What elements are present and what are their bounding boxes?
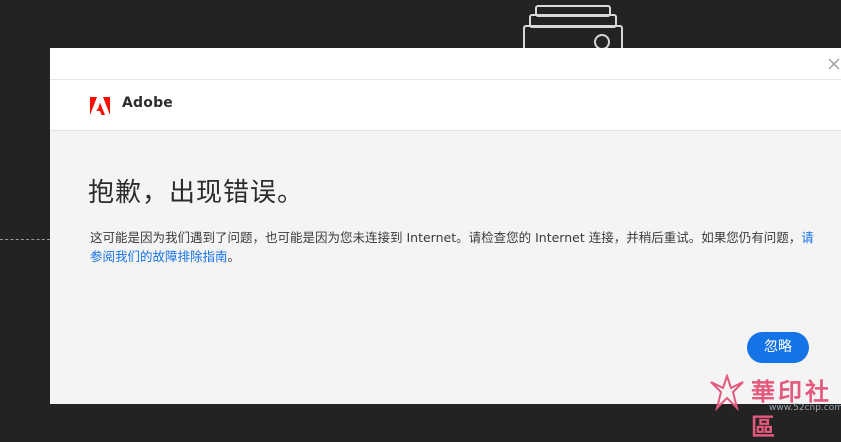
error-message-text: 这可能是因为我们遇到了问题，也可能是因为您未连接到 Internet。请检查您的…	[90, 230, 802, 245]
ignore-button[interactable]: 忽略	[747, 332, 809, 363]
watermark-logo-icon	[710, 374, 744, 412]
background-dashed-guide	[0, 239, 50, 240]
close-icon[interactable]	[826, 54, 841, 72]
error-dialog: Adobe 抱歉，出现错误。 这可能是因为我们遇到了问题，也可能是因为您未连接到…	[50, 48, 841, 404]
photo-stack-icon	[523, 5, 623, 49]
adobe-logo-icon	[90, 97, 110, 115]
brand-header: Adobe	[50, 80, 841, 131]
watermark: 華印社區 www.52cnp.com	[707, 372, 841, 441]
watermark-url: www.52cnp.com	[769, 403, 841, 413]
brand-name: Adobe	[122, 95, 173, 111]
error-message: 这可能是因为我们遇到了问题，也可能是因为您未连接到 Internet。请检查您的…	[90, 228, 814, 266]
error-heading: 抱歉，出现错误。	[88, 178, 305, 208]
error-message-end: 。	[227, 249, 241, 264]
dialog-title-bar	[50, 48, 841, 80]
